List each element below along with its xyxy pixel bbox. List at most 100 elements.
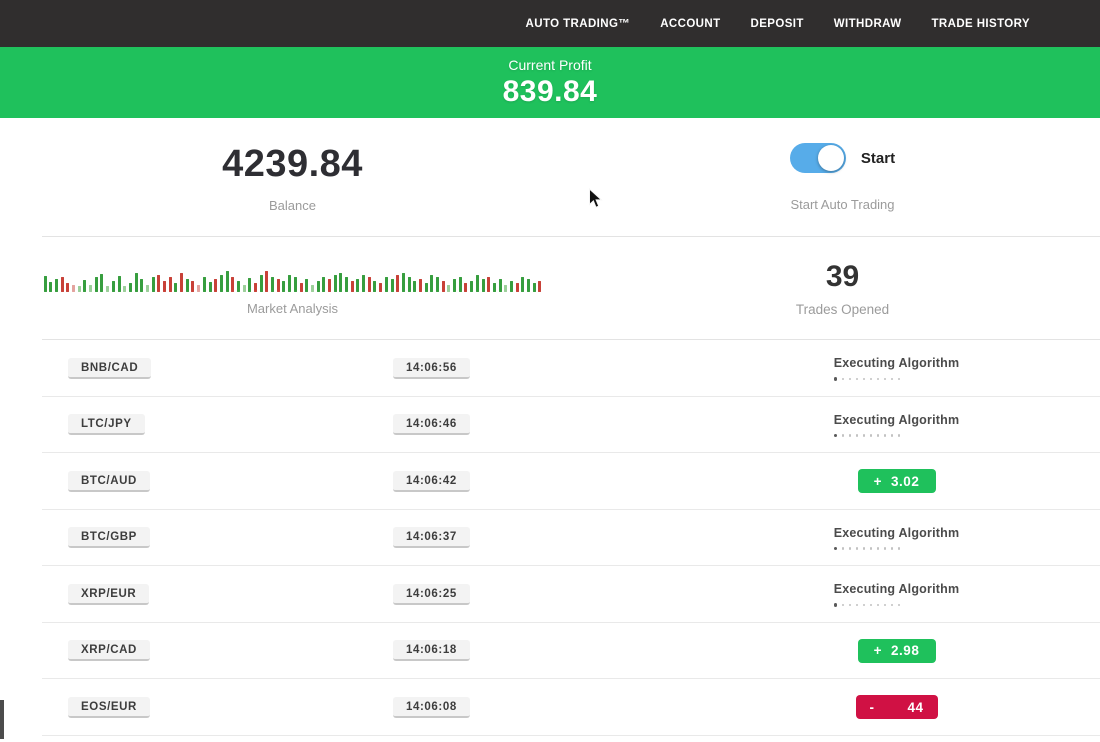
market-bar — [61, 277, 64, 292]
market-bar — [317, 281, 320, 292]
market-bar — [476, 275, 479, 292]
market-bar — [362, 275, 365, 292]
market-bar — [408, 277, 411, 292]
market-bar — [66, 283, 69, 292]
market-bar — [288, 275, 291, 292]
nav-item-auto-trading[interactable]: AUTO TRADING™ — [526, 18, 631, 30]
market-bar — [197, 285, 200, 292]
market-bar — [487, 277, 490, 292]
nav-item-account[interactable]: ACCOUNT — [660, 18, 720, 30]
balance-value: 4239.84 — [222, 143, 363, 186]
trade-row: BTC/GBP 14:06:37 Executing Algorithm — [0, 510, 1100, 567]
market-bar — [44, 276, 47, 292]
market-bar — [243, 285, 246, 292]
result-badge: + 3.02 — [858, 469, 936, 493]
auto-trading-toggle[interactable] — [790, 143, 846, 173]
market-bar — [379, 283, 382, 292]
market-bar — [203, 277, 206, 292]
market-bar — [356, 279, 359, 292]
trades-opened-label: Trades Opened — [796, 302, 889, 317]
progress-dots — [834, 547, 960, 551]
balance-and-toggle-row: 4239.84 Balance Start Start Auto Trading — [0, 118, 1100, 237]
nav-item-trade-history[interactable]: TRADE HISTORY — [932, 18, 1031, 30]
trades-opened-block: 39 Trades Opened — [585, 237, 1100, 340]
market-bar — [499, 279, 502, 292]
auto-trading-page: AUTO TRADING™ ACCOUNT DEPOSIT WITHDRAW TRADE… — [0, 0, 1100, 742]
market-bar — [231, 277, 234, 292]
market-bar — [89, 285, 92, 292]
market-bar — [493, 283, 496, 292]
pair-badge: BTC/AUD — [68, 471, 150, 492]
market-bar — [470, 281, 473, 292]
market-bar — [135, 273, 138, 292]
trades-opened-value: 39 — [826, 260, 859, 294]
market-bar — [510, 281, 513, 292]
time-badge: 14:06:25 — [393, 584, 470, 605]
market-bar — [402, 273, 405, 292]
pair-badge: BNB/CAD — [68, 358, 151, 379]
market-bar — [282, 281, 285, 292]
market-bar — [305, 279, 308, 292]
time-badge: 14:06:42 — [393, 471, 470, 492]
market-bar — [186, 279, 189, 292]
progress-dots — [834, 377, 960, 381]
market-bar — [112, 281, 115, 292]
market-bar — [180, 273, 183, 292]
market-bar — [345, 277, 348, 292]
balance-label: Balance — [269, 198, 316, 213]
left-edge-strip — [0, 700, 4, 739]
trade-row: BNB/CAD 14:06:56 Executing Algorithm — [0, 340, 1100, 397]
result-amount: 3.02 — [891, 474, 919, 489]
market-bar — [538, 281, 541, 292]
market-bar — [396, 275, 399, 292]
market-bar — [83, 280, 86, 292]
market-bar — [271, 277, 274, 292]
time-badge: 14:06:08 — [393, 697, 470, 718]
market-bar — [413, 281, 416, 292]
market-bar — [157, 275, 160, 292]
market-bar — [516, 283, 519, 292]
market-bar — [100, 274, 103, 292]
pair-badge: XRP/EUR — [68, 584, 149, 605]
market-bar — [453, 279, 456, 292]
market-bar — [339, 273, 342, 292]
trade-list: BNB/CAD 14:06:56 Executing Algorithm LTC… — [0, 340, 1100, 736]
market-bar — [436, 277, 439, 292]
market-bar — [527, 279, 530, 292]
market-bar — [123, 286, 126, 292]
toggle-knob — [818, 145, 844, 171]
trade-row: XRP/CAD 14:06:18 + 2.98 — [0, 623, 1100, 680]
trade-row: BTC/AUD 14:06:42 + 3.02 — [0, 453, 1100, 510]
market-analysis-label: Market Analysis — [247, 301, 338, 316]
toggle-sublabel: Start Auto Trading — [790, 197, 894, 212]
top-navigation: AUTO TRADING™ ACCOUNT DEPOSIT WITHDRAW TRADE… — [0, 0, 1100, 47]
nav-item-deposit[interactable]: DEPOSIT — [751, 18, 804, 30]
market-bar — [95, 277, 98, 292]
market-bar — [55, 279, 58, 292]
market-bar — [322, 277, 325, 292]
current-profit-value: 839.84 — [503, 75, 598, 109]
market-bar — [118, 276, 121, 292]
market-bar — [425, 283, 428, 292]
progress-dots — [834, 603, 960, 607]
market-bar — [430, 275, 433, 292]
nav-item-withdraw[interactable]: WITHDRAW — [834, 18, 902, 30]
result-sign: - — [870, 700, 875, 715]
market-bar — [482, 279, 485, 292]
result-amount: 2.98 — [891, 643, 919, 658]
market-bar — [521, 277, 524, 292]
market-bar — [169, 277, 172, 292]
market-bar — [129, 283, 132, 292]
market-analysis-chart — [44, 262, 542, 292]
market-bar — [106, 286, 109, 292]
executing-algorithm-label: Executing Algorithm — [834, 526, 960, 540]
trade-result-cell: + 3.02 — [693, 469, 1100, 493]
market-bar — [209, 282, 212, 292]
time-badge: 14:06:18 — [393, 640, 470, 661]
trade-result-cell: Executing Algorithm — [693, 526, 1100, 551]
market-bar — [191, 281, 194, 292]
market-bar — [504, 285, 507, 292]
time-badge: 14:06:56 — [393, 358, 470, 379]
market-bar — [442, 281, 445, 292]
result-amount: 44 — [907, 700, 923, 715]
